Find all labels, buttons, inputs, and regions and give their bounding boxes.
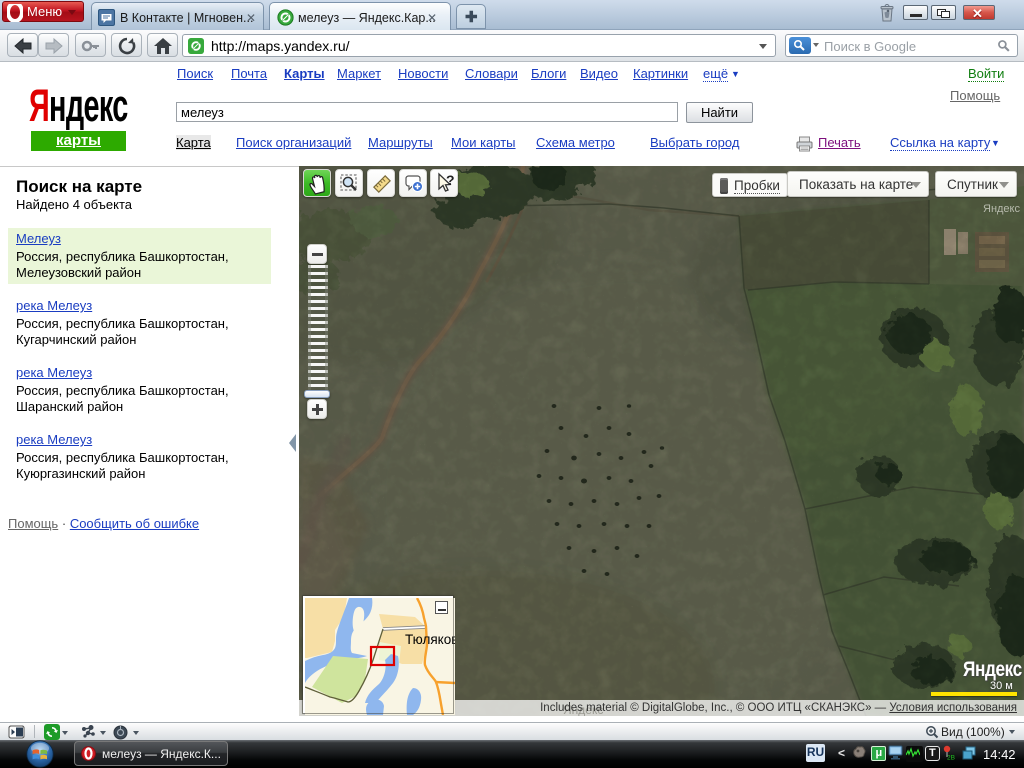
svg-text:Тюляково: Тюляково xyxy=(405,632,455,647)
svg-text:2B: 2B xyxy=(947,755,955,761)
svg-text:?: ? xyxy=(446,172,455,188)
